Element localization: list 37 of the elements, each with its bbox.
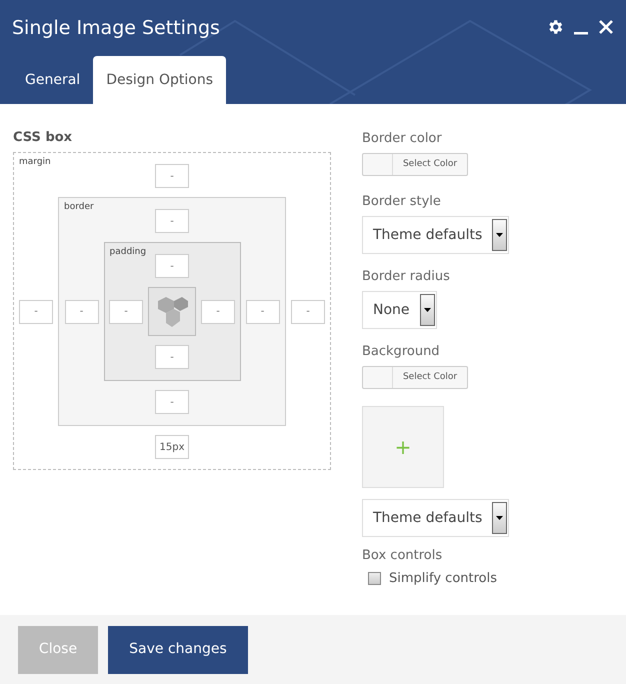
- box-label: border: [64, 201, 94, 214]
- select-dropdown[interactable]: None: [362, 291, 437, 329]
- window-title: Single Image Settings: [12, 16, 220, 41]
- input-field[interactable]: -: [246, 300, 280, 324]
- cube-logo-icon: [156, 294, 188, 328]
- field-label: Border style: [362, 193, 442, 211]
- input-field[interactable]: -: [155, 254, 189, 278]
- box-label: padding: [110, 246, 146, 259]
- select-dropdown[interactable]: Theme defaults: [362, 499, 510, 537]
- section-title: CSS box: [13, 130, 74, 146]
- input-field[interactable]: -: [64, 300, 98, 324]
- color-picker-button[interactable]: Select Color: [362, 366, 468, 389]
- checkbox[interactable]: [368, 572, 381, 586]
- tab[interactable]: Design Options: [93, 56, 226, 104]
- field-label: Border color: [362, 130, 443, 148]
- caret-icon: [424, 308, 431, 312]
- field-label: Border radius: [362, 268, 451, 286]
- checkbox-label: Simplify controls: [389, 570, 498, 588]
- input-field[interactable]: 15px: [155, 435, 189, 459]
- close-icon[interactable]: [598, 19, 614, 35]
- color-picker-button[interactable]: Select Color: [362, 153, 468, 176]
- select-dropdown[interactable]: Theme defaults: [362, 216, 510, 254]
- caret-icon: [496, 233, 504, 237]
- tab[interactable]: General: [12, 56, 94, 104]
- input-field[interactable]: -: [291, 300, 325, 324]
- input-field[interactable]: -: [201, 300, 235, 324]
- input-field[interactable]: -: [155, 345, 189, 369]
- input-field[interactable]: -: [155, 390, 189, 414]
- input-field[interactable]: -: [109, 300, 143, 324]
- input-field[interactable]: -: [155, 164, 189, 188]
- save-button[interactable]: Save changes: [108, 626, 248, 674]
- field-label: Background: [362, 343, 441, 361]
- input-field[interactable]: -: [155, 209, 189, 233]
- section-label: Box controls: [362, 547, 444, 565]
- box-label: margin: [19, 156, 51, 169]
- input-field[interactable]: -: [19, 300, 53, 324]
- caret-icon: [496, 516, 504, 520]
